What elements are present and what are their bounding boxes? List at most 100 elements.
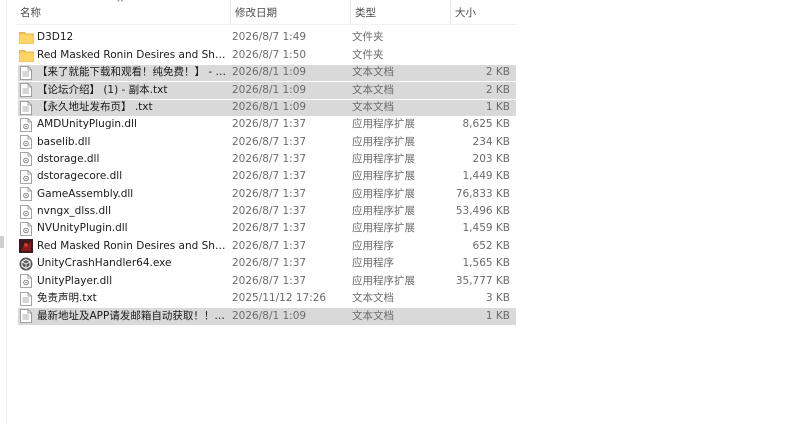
file-row[interactable]: Red Masked Ronin Desires and Shad... 2026… xyxy=(18,238,516,255)
file-date: 2026/8/7 1:37 xyxy=(232,135,307,148)
file-name: 最新地址及APP请发邮箱自动获取！！！... xyxy=(37,309,232,322)
text-file-icon xyxy=(18,291,34,307)
file-type: 文本文档 xyxy=(352,292,394,305)
file-row[interactable]: 【来了就能下载和观看！纯免费！】 - 副... 2026/8/1 1:09 文本文档… xyxy=(18,63,516,82)
file-type: 文本文档 xyxy=(352,101,394,114)
file-name-cell: UnityCrashHandler64.exe xyxy=(18,255,232,272)
unity-app-icon xyxy=(18,256,34,272)
file-size: 1,565 KB xyxy=(462,257,511,270)
file-size xyxy=(452,29,510,46)
file-date: 2026/8/1 1:09 xyxy=(232,101,307,114)
column-header-date-label: 修改日期 xyxy=(235,6,277,19)
file-date: 2026/8/7 1:37 xyxy=(232,118,307,131)
column-header-type[interactable]: 类型 xyxy=(350,0,450,24)
file-size: 2 KB xyxy=(485,83,510,96)
file-size: 8,625 KB xyxy=(462,118,511,131)
folder-icon xyxy=(18,30,34,46)
file-date: 2026/8/7 1:50 xyxy=(232,48,307,61)
file-type: 应用程序扩展 xyxy=(352,274,415,287)
file-date: 2026/8/1 1:09 xyxy=(232,309,307,322)
file-name-cell: 【永久地址发布页】 .txt xyxy=(18,99,232,116)
file-size: 1 KB xyxy=(485,101,510,114)
file-name-cell: dstoragecore.dll xyxy=(18,168,232,185)
file-list: D3D12 2026/8/7 1:49 文件夹 Red Masked Ronin De… xyxy=(18,29,516,325)
file-size: 76,833 KB xyxy=(455,187,510,200)
file-row[interactable]: 【永久地址发布页】 .txt 2026/8/1 1:09 文本文档 1 KB xyxy=(18,98,516,116)
file-name: dstoragecore.dll xyxy=(37,170,123,183)
pane-resize-handle[interactable] xyxy=(0,236,4,248)
file-name: nvngx_dlss.dll xyxy=(37,205,112,218)
file-size: 234 KB xyxy=(472,135,510,148)
file-name-cell: dstorage.dll xyxy=(18,151,232,168)
file-row[interactable]: baselib.dll 2026/8/7 1:37 应用程序扩展 234 KB xyxy=(18,133,516,150)
file-explorer-window: ^ 名称 修改日期 类型 大小 D3D12 2026/8/7 1:49 文件夹 Red… xyxy=(0,0,800,424)
file-row[interactable]: 免责声明.txt 2025/11/12 17:26 文本文档 3 KB xyxy=(18,290,516,307)
file-date: 2026/8/7 1:37 xyxy=(232,187,307,200)
dll-file-icon xyxy=(18,273,34,289)
file-date: 2026/8/1 1:09 xyxy=(232,66,307,79)
file-name-cell: D3D12 xyxy=(18,29,232,46)
column-header-type-label: 类型 xyxy=(355,6,376,19)
file-name-cell: GameAssembly.dll xyxy=(18,186,232,203)
dll-file-icon xyxy=(18,151,34,167)
column-header-name[interactable]: ^ 名称 xyxy=(16,0,230,24)
file-row[interactable]: 【论坛介绍】 (1) - 副本.txt 2026/8/1 1:09 文本文档 2 KB xyxy=(18,81,516,99)
dll-file-icon xyxy=(18,204,34,220)
file-row[interactable]: nvngx_dlss.dll 2026/8/7 1:37 应用程序扩展 53,496 … xyxy=(18,203,516,220)
file-row[interactable]: dstorage.dll 2026/8/7 1:37 应用程序扩展 203 KB xyxy=(18,151,516,168)
file-name-cell: baselib.dll xyxy=(18,134,232,151)
file-type: 应用程序扩展 xyxy=(352,170,415,183)
column-header-name-label: 名称 xyxy=(20,6,41,19)
file-name-cell: 【论坛介绍】 (1) - 副本.txt xyxy=(18,82,232,99)
file-size: 1,449 KB xyxy=(462,170,511,183)
navigation-pane-edge[interactable] xyxy=(0,0,7,424)
file-date: 2026/8/7 1:37 xyxy=(232,239,307,252)
file-type: 应用程序扩展 xyxy=(352,222,415,235)
file-row[interactable]: UnityCrashHandler64.exe 2026/8/7 1:37 应用程序… xyxy=(18,255,516,272)
file-row[interactable]: NVUnityPlugin.dll 2026/8/7 1:37 应用程序扩展 1,45… xyxy=(18,220,516,237)
file-name: UnityPlayer.dll xyxy=(37,274,113,287)
column-header-bar: ^ 名称 修改日期 类型 大小 xyxy=(16,0,518,25)
file-row[interactable]: D3D12 2026/8/7 1:49 文件夹 xyxy=(18,29,516,46)
file-size: 1 KB xyxy=(485,309,510,322)
file-size: 2 KB xyxy=(485,66,510,79)
file-name-cell: Red Masked Ronin Desires and Shad... xyxy=(18,47,232,64)
file-row[interactable]: 最新地址及APP请发邮箱自动获取！！！... 2026/8/1 1:09 文本文档 1… xyxy=(18,307,516,325)
column-header-size-label: 大小 xyxy=(455,6,476,19)
file-type: 应用程序 xyxy=(352,239,394,252)
file-name-cell: AMDUnityPlugin.dll xyxy=(18,116,232,133)
column-header-size[interactable]: 大小 xyxy=(450,0,518,24)
file-type: 应用程序扩展 xyxy=(352,187,415,200)
file-type: 文本文档 xyxy=(352,66,394,79)
dll-file-icon xyxy=(18,134,34,150)
file-type: 文本文档 xyxy=(352,309,394,322)
file-size: 35,777 KB xyxy=(455,274,510,287)
file-size: 652 KB xyxy=(472,239,510,252)
file-row[interactable]: dstoragecore.dll 2026/8/7 1:37 应用程序扩展 1,449… xyxy=(18,168,516,185)
file-date: 2026/8/7 1:49 xyxy=(232,31,307,44)
file-name: UnityCrashHandler64.exe xyxy=(37,257,172,270)
file-size: 3 KB xyxy=(485,292,510,305)
folder-icon xyxy=(18,47,34,63)
file-size: 1,459 KB xyxy=(462,222,511,235)
file-row[interactable]: AMDUnityPlugin.dll 2026/8/7 1:37 应用程序扩展 8,6… xyxy=(18,116,516,133)
text-file-icon xyxy=(18,100,34,116)
file-date: 2026/8/7 1:37 xyxy=(232,205,307,218)
file-row[interactable]: UnityPlayer.dll 2026/8/7 1:37 应用程序扩展 35,777… xyxy=(18,272,516,289)
file-date: 2026/8/7 1:37 xyxy=(232,152,307,165)
file-name-cell: nvngx_dlss.dll xyxy=(18,203,232,220)
file-name-cell: NVUnityPlugin.dll xyxy=(18,220,232,237)
file-type: 文本文档 xyxy=(352,83,394,96)
file-type: 应用程序扩展 xyxy=(352,118,415,131)
dll-file-icon xyxy=(18,186,34,202)
file-type: 文件夹 xyxy=(352,31,384,44)
file-name: 【论坛介绍】 (1) - 副本.txt xyxy=(37,83,168,96)
file-row[interactable]: GameAssembly.dll 2026/8/7 1:37 应用程序扩展 76,83… xyxy=(18,186,516,203)
file-name: D3D12 xyxy=(37,31,74,44)
file-row[interactable]: Red Masked Ronin Desires and Shad... 2026… xyxy=(18,46,516,63)
file-date: 2026/8/7 1:37 xyxy=(232,222,307,235)
file-size: 203 KB xyxy=(472,152,510,165)
file-name-cell: 【来了就能下载和观看！纯免费！】 - 副... xyxy=(18,64,232,81)
file-type: 应用程序 xyxy=(352,257,394,270)
column-header-date[interactable]: 修改日期 xyxy=(230,0,350,24)
